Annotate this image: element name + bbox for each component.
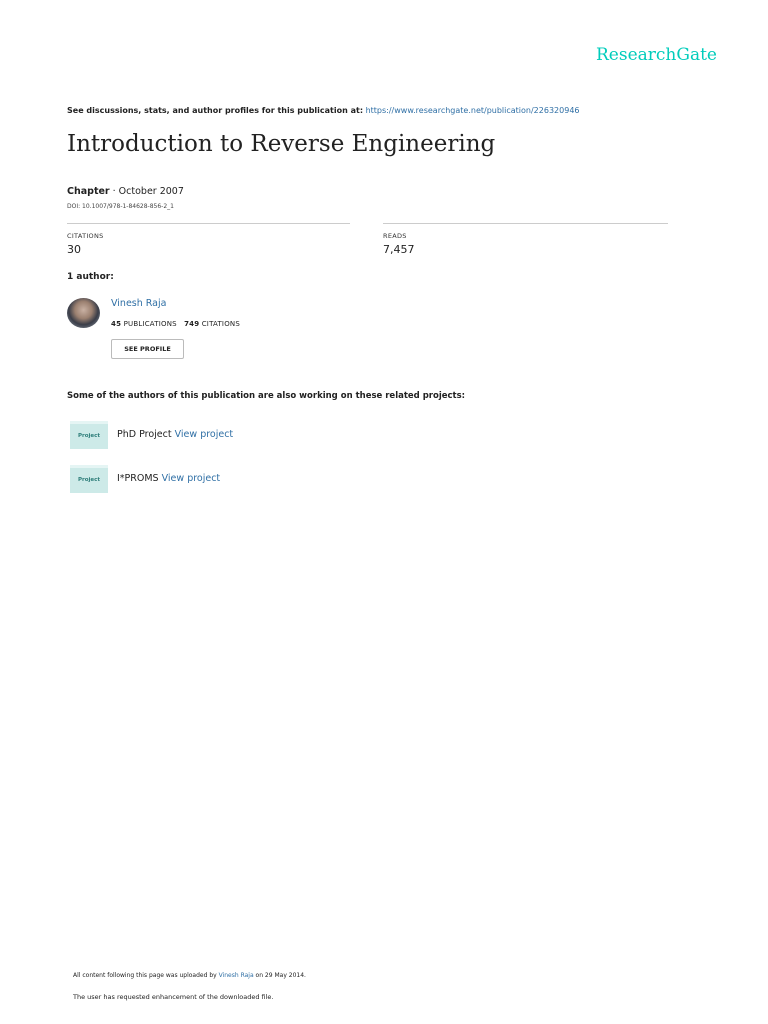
publication-title: Introduction to Reverse Engineering xyxy=(67,131,496,157)
publication-meta: Chapter · October 2007 xyxy=(67,186,184,197)
researchgate-logo[interactable]: ResearchGate xyxy=(596,45,717,65)
publications-count: 45 xyxy=(111,320,122,328)
project-icon-label: Project xyxy=(77,433,101,439)
author-avatar[interactable] xyxy=(67,298,100,328)
citations-label: CITATIONS xyxy=(67,232,104,240)
doi: DOI: 10.1007/978-1-84628-856-2_1 xyxy=(67,203,174,210)
publication-type: Chapter xyxy=(67,186,110,197)
see-text: See discussions, stats, and author profi… xyxy=(67,106,364,115)
project-icon-label: Project xyxy=(77,477,101,483)
uploader-link[interactable]: Vinesh Raja xyxy=(219,972,254,979)
enhancement-note: The user has requested enhancement of th… xyxy=(73,993,274,1001)
upload-note: All content following this page was uplo… xyxy=(73,972,306,979)
authors-heading: 1 author: xyxy=(67,272,114,282)
see-discussions-line: See discussions, stats, and author profi… xyxy=(67,106,580,115)
divider xyxy=(383,223,668,224)
project-item: PhD Project View project xyxy=(117,429,233,440)
publications-label: PUBLICATIONS xyxy=(123,320,177,328)
reads-label: READS xyxy=(383,232,407,240)
related-projects-heading: Some of the authors of this publication … xyxy=(67,391,466,401)
upload-suffix: on 29 May 2014. xyxy=(255,972,306,979)
view-project-link[interactable]: View project xyxy=(162,473,221,484)
project-folder-icon: Project xyxy=(70,421,108,449)
author-stats: 45 PUBLICATIONS 749 CITATIONS xyxy=(111,320,240,328)
project-folder-icon: Project xyxy=(70,465,108,493)
cover-page: ResearchGate See discussions, stats, and… xyxy=(0,0,768,1024)
author-name-link[interactable]: Vinesh Raja xyxy=(111,298,166,309)
divider xyxy=(67,223,350,224)
project-item: I*PROMS View project xyxy=(117,473,220,484)
author-citations-count: 749 xyxy=(184,320,200,328)
see-profile-button[interactable]: SEE PROFILE xyxy=(111,339,184,359)
project-name: PhD Project xyxy=(117,429,172,440)
publication-date: · October 2007 xyxy=(109,186,184,197)
reads-count: 7,457 xyxy=(383,243,415,256)
publication-url-link[interactable]: https://www.researchgate.net/publication… xyxy=(366,106,580,115)
upload-prefix: All content following this page was uplo… xyxy=(73,972,217,979)
citations-count: 30 xyxy=(67,243,81,256)
project-name: I*PROMS xyxy=(117,473,159,484)
author-citations-label: CITATIONS xyxy=(201,320,240,328)
view-project-link[interactable]: View project xyxy=(175,429,234,440)
